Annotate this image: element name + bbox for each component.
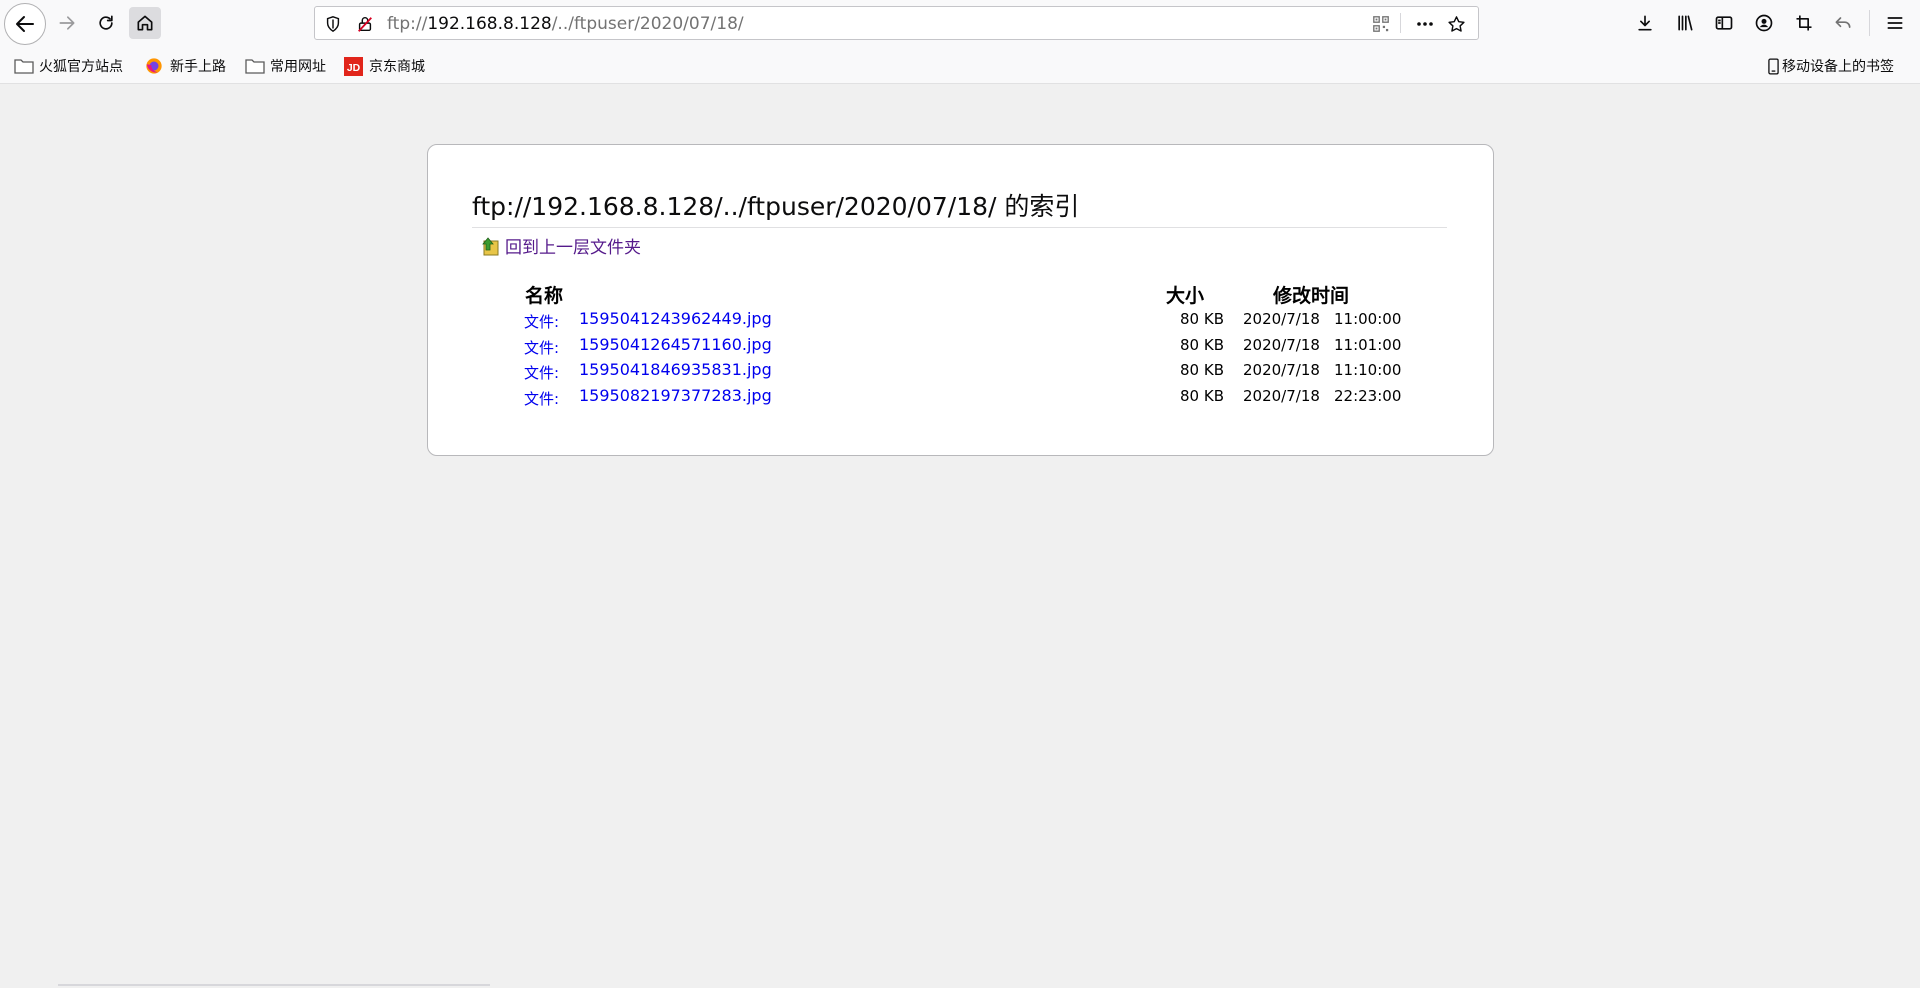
file-link[interactable]: 1595082197377283.jpg [579, 386, 772, 405]
parent-folder-label: 回到上一层文件夹 [505, 238, 641, 258]
library-icon [1678, 15, 1693, 31]
column-header-modified[interactable]: 修改时间 [1273, 281, 1349, 308]
downloads-button[interactable] [1629, 7, 1661, 39]
bookmark-item[interactable]: 新手上路 [145, 55, 226, 77]
toolbar-separator [1869, 10, 1870, 36]
file-link[interactable]: 1595041264571160.jpg [579, 335, 772, 354]
home-button[interactable] [129, 7, 161, 39]
navigation-toolbar: ftp://192.168.8.128/../ftpuser/2020/07/1… [0, 0, 1920, 46]
file-size: 80 KB [1180, 386, 1224, 405]
file-row: 文件: 1595041264571160.jpg 80 KB 2020/7/18… [428, 335, 1495, 359]
column-header-size[interactable]: 大小 [1166, 281, 1204, 308]
hamburger-menu-icon [1887, 17, 1903, 29]
file-row: 文件: 1595041846935831.jpg 80 KB 2020/7/18… [428, 360, 1495, 384]
sidebar-button[interactable] [1708, 7, 1740, 39]
mobile-bookmarks[interactable]: 移动设备上的书签 [1768, 55, 1894, 77]
jd-icon: JD [344, 56, 364, 76]
mobile-bookmarks-label: 移动设备上的书签 [1782, 59, 1894, 75]
folder-icon [14, 57, 34, 75]
file-type-label: 文件: [524, 313, 560, 331]
reload-button[interactable] [90, 7, 122, 39]
bookmark-item[interactable]: 常用网址 [245, 55, 326, 77]
bookmarks-toolbar: 火狐官方站点 新手上路 常用网址 JD 京东商城 移动设备上的书签 [0, 46, 1920, 84]
account-button[interactable] [1748, 7, 1780, 39]
file-link[interactable]: 1595041243962449.jpg [579, 309, 772, 328]
bookmark-item[interactable]: JD 京东商城 [344, 55, 425, 77]
url-bar[interactable]: ftp://192.168.8.128/../ftpuser/2020/07/1… [314, 6, 1479, 40]
bookmark-label: 火狐官方站点 [39, 59, 123, 75]
sidebar-icon [1715, 16, 1733, 30]
library-button[interactable] [1669, 7, 1701, 39]
forward-button[interactable] [51, 7, 83, 39]
column-header-name[interactable]: 名称 [525, 281, 563, 308]
reload-icon [99, 15, 113, 30]
mobile-device-icon [1768, 57, 1780, 75]
file-size: 80 KB [1180, 335, 1224, 354]
file-date: 2020/7/18 [1243, 335, 1320, 354]
file-size: 80 KB [1180, 310, 1224, 328]
bookmark-label: 常用网址 [270, 59, 326, 75]
file-date: 2020/7/18 [1243, 310, 1320, 328]
menu-button[interactable] [1879, 7, 1911, 39]
file-date: 2020/7/18 [1243, 361, 1320, 379]
tracking-protection-shield-icon[interactable] [323, 14, 343, 34]
url-bar-separator [1400, 13, 1401, 33]
bookmark-star-icon[interactable] [1446, 14, 1466, 34]
file-link[interactable]: 1595041846935831.jpg [579, 360, 772, 379]
url-text[interactable]: ftp://192.168.8.128/../ftpuser/2020/07/1… [387, 14, 744, 34]
home-icon [137, 15, 153, 31]
folder-icon [245, 57, 265, 75]
back-button[interactable] [4, 3, 46, 45]
page-actions-more-icon[interactable] [1415, 14, 1435, 34]
file-time: 11:01:00 [1334, 335, 1402, 354]
folder-up-icon [482, 236, 499, 255]
status-bar-edge [58, 984, 490, 986]
directory-listing-card: ftp://192.168.8.128/../ftpuser/2020/07/1… [427, 144, 1494, 456]
file-type-label: 文件: [524, 389, 560, 408]
file-time: 22:23:00 [1334, 386, 1402, 405]
file-time: 11:10:00 [1334, 361, 1402, 379]
bookmark-item[interactable]: 火狐官方站点 [14, 55, 123, 77]
arrow-left-icon [16, 16, 34, 32]
file-size: 80 KB [1180, 361, 1224, 379]
firefox-icon [145, 57, 165, 75]
insecure-connection-icon[interactable] [355, 14, 375, 34]
file-row: 文件: 1595041243962449.jpg 80 KB 2020/7/18… [428, 309, 1495, 333]
svg-text:JD: JD [347, 62, 361, 73]
page-title: ftp://192.168.8.128/../ftpuser/2020/07/1… [472, 187, 1447, 228]
arrow-right-icon [59, 16, 75, 30]
file-type-label: 文件: [524, 338, 560, 357]
page-content: ftp://192.168.8.128/../ftpuser/2020/07/1… [0, 84, 1920, 988]
crop-icon [1796, 15, 1812, 31]
undo-icon [1835, 17, 1851, 28]
undo-button[interactable] [1827, 7, 1859, 39]
bookmark-label: 京东商城 [369, 59, 425, 75]
parent-folder-link[interactable]: 回到上一层文件夹 [480, 233, 641, 258]
qr-code-icon[interactable] [1371, 14, 1391, 34]
download-icon [1638, 15, 1652, 31]
file-type-label: 文件: [524, 364, 560, 382]
file-row: 文件: 1595082197377283.jpg 80 KB 2020/7/18… [428, 386, 1495, 410]
file-time: 11:00:00 [1334, 310, 1402, 328]
screenshot-button[interactable] [1788, 7, 1820, 39]
bookmark-label: 新手上路 [170, 59, 226, 75]
account-icon [1755, 14, 1773, 32]
file-date: 2020/7/18 [1243, 386, 1320, 405]
